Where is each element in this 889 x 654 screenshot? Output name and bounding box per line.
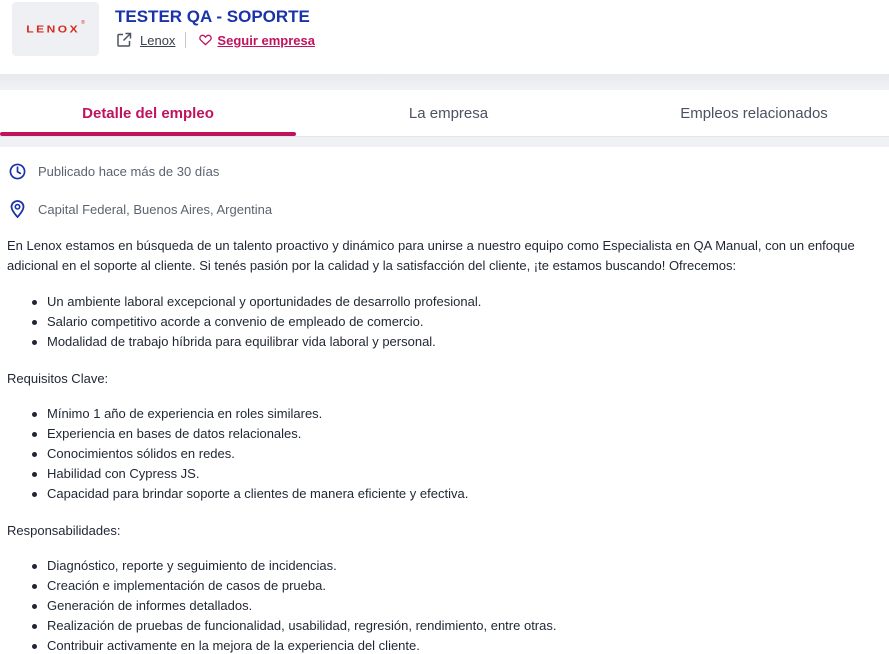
follow-company-button[interactable]: Seguir empresa	[199, 33, 315, 48]
requirements-heading: Requisitos Clave:	[7, 371, 109, 386]
list-item: Modalidad de trabajo híbrida para equili…	[30, 332, 481, 352]
requirements-list: Mínimo 1 año de experiencia en roles sim…	[30, 404, 468, 504]
company-link[interactable]: Lenox	[116, 32, 175, 48]
list-item: Generación de informes detallados.	[30, 596, 556, 616]
responsibilities-list: Diagnóstico, reporte y seguimiento de in…	[30, 556, 556, 654]
responsibilities-heading: Responsabilidades:	[7, 523, 121, 538]
active-tab-indicator	[0, 132, 296, 136]
offers-list: Un ambiente laboral excepcional y oportu…	[30, 292, 481, 352]
list-item: Habilidad con Cypress JS.	[30, 464, 468, 484]
map-pin-icon	[10, 200, 25, 218]
list-item: Un ambiente laboral excepcional y oportu…	[30, 292, 481, 312]
tab-job-detail[interactable]: Detalle del empleo	[0, 90, 296, 137]
list-item: Mínimo 1 año de experiencia en roles sim…	[30, 404, 468, 424]
company-logo-text: LENOX	[26, 23, 81, 35]
external-link-icon	[117, 32, 132, 47]
list-item: Realización de pruebas de funcionalidad,…	[30, 616, 556, 636]
job-intro: En Lenox estamos en búsqueda de un talen…	[7, 238, 855, 273]
job-title: TESTER QA - SOPORTE	[115, 7, 310, 26]
meta-divider	[185, 32, 187, 48]
published-text: Publicado hace más de 30 días	[38, 164, 220, 179]
job-meta-row: Lenox Seguir empresa	[116, 31, 315, 49]
tab-related-jobs[interactable]: Empleos relacionados	[601, 90, 889, 137]
logo-trademark: ®	[81, 20, 85, 26]
company-name: Lenox	[140, 32, 176, 48]
list-item: Contribuir activamente en la mejora de l…	[30, 636, 556, 654]
clock-icon	[9, 163, 26, 180]
heart-icon	[199, 34, 213, 46]
header-separator	[0, 74, 889, 90]
list-item: Capacidad para brindar soporte a cliente…	[30, 484, 468, 504]
list-item: Salario competitivo acorde a convenio de…	[30, 312, 481, 332]
list-item: Creación e implementación de casos de pr…	[30, 576, 556, 596]
tabs-separator	[0, 137, 889, 147]
list-item: Experiencia en bases de datos relacional…	[30, 424, 468, 444]
location-info: Capital Federal, Buenos Aires, Argentina	[9, 200, 272, 218]
published-info: Publicado hace más de 30 días	[9, 163, 219, 180]
list-item: Conocimientos sólidos en redes.	[30, 444, 468, 464]
company-logo[interactable]: LENOX ®	[12, 2, 99, 56]
list-item: Diagnóstico, reporte y seguimiento de in…	[30, 556, 556, 576]
tab-company[interactable]: La empresa	[296, 90, 601, 137]
job-header: LENOX ® TESTER QA - SOPORTE Lenox Seguir …	[0, 0, 889, 74]
location-text: Capital Federal, Buenos Aires, Argentina	[38, 201, 273, 217]
follow-label: Seguir empresa	[217, 32, 315, 48]
tab-bar: Detalle del empleo La empresa Empleos re…	[0, 90, 889, 137]
